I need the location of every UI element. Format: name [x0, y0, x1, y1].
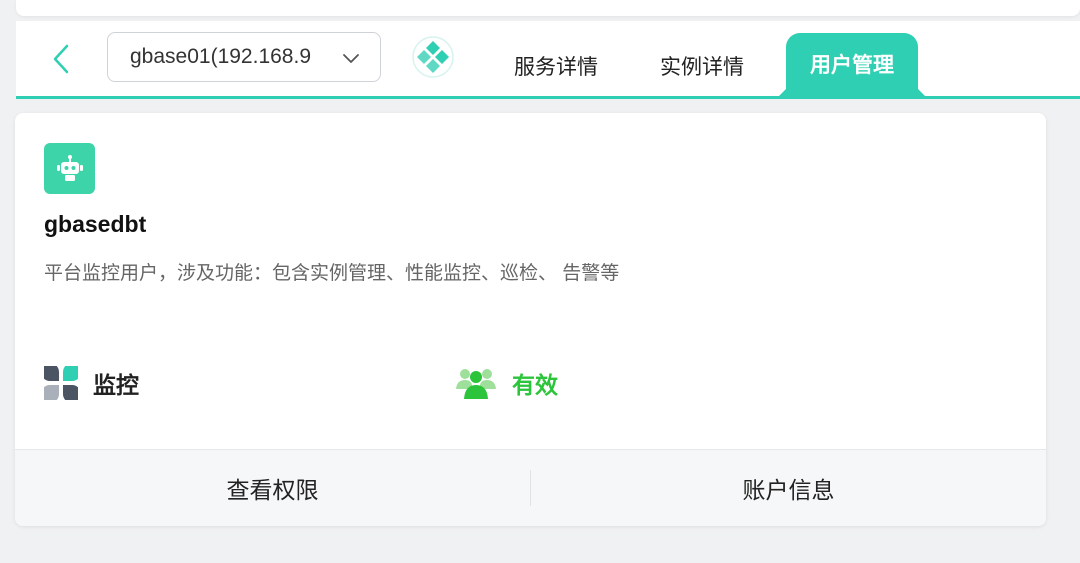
view-permissions-button[interactable]: 查看权限	[15, 450, 530, 526]
top-strip	[16, 0, 1080, 16]
account-info-button[interactable]: 账户信息	[531, 450, 1046, 526]
status-label: 有效	[512, 372, 558, 398]
instance-select-value: gbase01(192.168.9	[130, 45, 311, 68]
card-actions: 查看权限 账户信息	[15, 449, 1046, 526]
user-role: 监控	[44, 366, 139, 400]
user-card: gbasedbt 平台监控用户，涉及功能：包含实例管理、性能监控、巡检、 告警等…	[15, 113, 1046, 526]
tab-user-management[interactable]: 用户管理	[786, 33, 918, 99]
nav-bar: gbase01(192.168.9 服务详情 实例详情 用户管理	[16, 21, 1080, 99]
gbase-logo-icon	[412, 36, 454, 78]
back-button[interactable]	[44, 39, 78, 79]
chevron-left-icon	[53, 44, 69, 74]
chevron-down-icon	[343, 54, 359, 63]
user-status: 有效	[455, 365, 558, 401]
tab-user-management-label: 用户管理	[810, 54, 894, 77]
user-group-icon	[456, 369, 496, 399]
instance-select[interactable]: gbase01(192.168.9	[107, 32, 381, 82]
robot-icon	[44, 143, 95, 194]
user-name: gbasedbt	[44, 211, 147, 237]
apps-grid-icon	[44, 366, 78, 400]
tab-service-details[interactable]: 服务详情	[514, 51, 598, 81]
tab-instance-details[interactable]: 实例详情	[660, 51, 744, 81]
role-label: 监控	[93, 372, 139, 398]
user-description: 平台监控用户，涉及功能：包含实例管理、性能监控、巡检、 告警等	[44, 263, 620, 284]
